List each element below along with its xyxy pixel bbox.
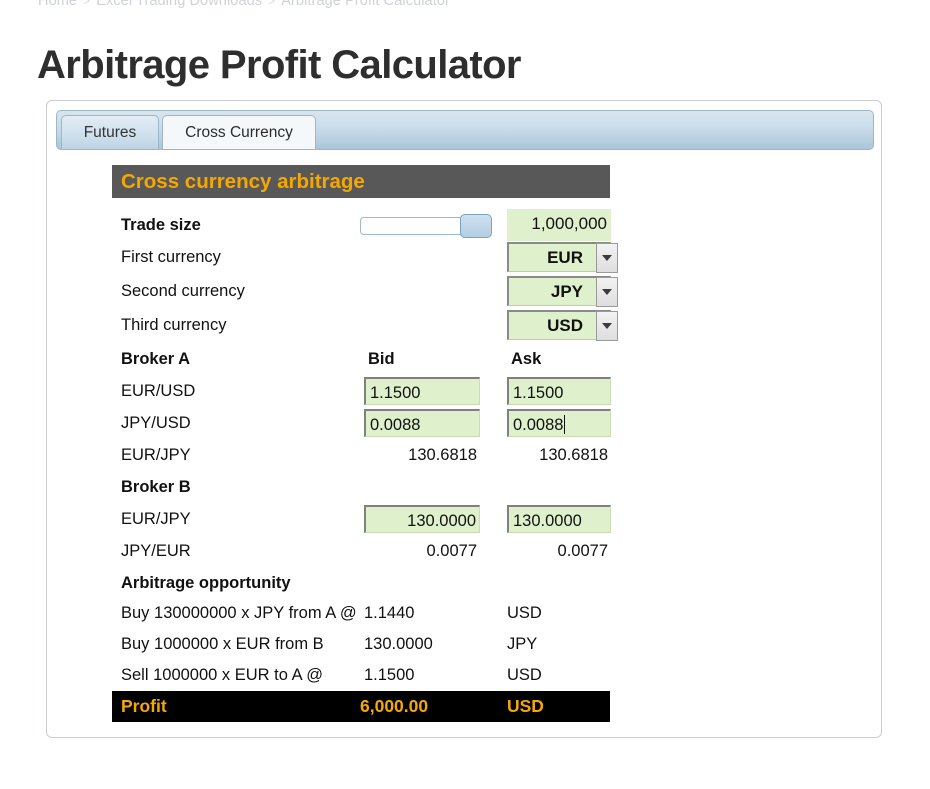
- row-arbitrage-header: Arbitrage opportunity: [112, 567, 612, 599]
- section-title: Cross currency arbitrage: [112, 165, 610, 198]
- column-header-ask: Ask: [511, 350, 542, 368]
- first-currency-select[interactable]: EUR: [507, 242, 618, 273]
- breadcrumb-item-downloads[interactable]: Excel Trading Downloads: [96, 0, 262, 9]
- broker-a-jpyusd-ask-value: 0.0088: [513, 416, 564, 434]
- pair-label-eurusd: EUR/USD: [121, 382, 196, 400]
- arbitrage-leg-1-rate: 1.1440: [364, 604, 415, 622]
- broker-a-jpyusd-ask-input[interactable]: 0.0088: [507, 409, 611, 437]
- column-header-bid: Bid: [368, 350, 395, 368]
- row-third-currency: Third currency USD: [112, 309, 618, 341]
- tab-futures[interactable]: Futures: [61, 115, 159, 149]
- breadcrumb-separator-icon: >: [268, 0, 276, 8]
- arbitrage-leg-2-text: Buy 1000000 x EUR from B: [121, 635, 324, 653]
- row-first-currency: First currency EUR: [112, 241, 618, 273]
- pair-label-jpyeur: JPY/EUR: [121, 542, 191, 560]
- third-currency-select[interactable]: USD: [507, 310, 618, 341]
- row-broker-a-eurusd: EUR/USD 1.1500 1.1500: [112, 375, 612, 407]
- row-broker-b-header: Broker B: [112, 471, 612, 503]
- arbitrage-leg-1-text: Buy 130000000 x JPY from A @: [121, 604, 357, 622]
- profit-row: Profit 6,000.00 USD: [112, 691, 610, 722]
- row-arbitrage-leg-2: Buy 1000000 x EUR from B 130.0000 JPY: [112, 628, 612, 660]
- broker-a-title: Broker A: [121, 350, 191, 368]
- arbitrage-leg-3-currency: USD: [507, 666, 542, 684]
- calculator-panel: Futures Cross Currency Cross currency ar…: [46, 100, 882, 738]
- broker-b-eurjpy-ask-input[interactable]: 130.0000: [507, 505, 611, 533]
- pair-label-eurjpy-a: EUR/JPY: [121, 446, 191, 464]
- breadcrumb-item-current: Arbitrage Profit Calculator: [281, 0, 450, 9]
- profit-currency: USD: [507, 696, 544, 716]
- arbitrage-leg-2-rate: 130.0000: [364, 635, 433, 653]
- trade-size-label: Trade size: [121, 216, 201, 234]
- broker-b-title: Broker B: [121, 478, 191, 496]
- first-currency-label: First currency: [121, 248, 221, 266]
- broker-a-eurjpy-bid-value: 130.6818: [408, 446, 477, 464]
- page-title: Arbitrage Profit Calculator: [37, 42, 521, 87]
- profit-value: 6,000.00: [360, 696, 429, 716]
- pair-label-eurjpy-b: EUR/JPY: [121, 510, 191, 528]
- row-arbitrage-leg-3: Sell 1000000 x EUR to A @ 1.1500 USD: [112, 659, 612, 691]
- text-cursor: [564, 415, 566, 434]
- chevron-down-icon[interactable]: [596, 243, 618, 273]
- trade-size-slider[interactable]: [360, 214, 492, 238]
- tab-strip: Futures Cross Currency: [56, 110, 874, 150]
- arbitrage-leg-2-currency: JPY: [507, 635, 538, 653]
- second-currency-value: JPY: [550, 282, 583, 301]
- row-broker-a-header: Broker A Bid Ask: [112, 343, 612, 375]
- broker-a-jpyusd-bid-input[interactable]: 0.0088: [364, 409, 480, 437]
- third-currency-value: USD: [547, 316, 583, 335]
- row-arbitrage-leg-1: Buy 130000000 x JPY from A @ 1.1440 USD: [112, 597, 612, 629]
- pair-label-jpyusd: JPY/USD: [121, 414, 191, 432]
- third-currency-label: Third currency: [121, 316, 227, 334]
- broker-b-jpyeur-ask-value: 0.0077: [557, 542, 608, 560]
- arbitrage-leg-3-rate: 1.1500: [364, 666, 415, 684]
- row-trade-size: Trade size 1,000,000: [112, 209, 612, 241]
- row-second-currency: Second currency JPY: [112, 275, 618, 307]
- row-broker-a-jpyusd: JPY/USD 0.0088 0.0088: [112, 407, 612, 439]
- arbitrage-leg-3-text: Sell 1000000 x EUR to A @: [121, 666, 324, 684]
- breadcrumb: Home > Excel Trading Downloads > Arbitrage P…: [38, 0, 450, 9]
- breadcrumb-separator-icon: >: [83, 0, 91, 8]
- second-currency-label: Second currency: [121, 282, 245, 300]
- first-currency-value: EUR: [547, 248, 583, 267]
- broker-a-eurjpy-ask-value: 130.6818: [539, 446, 608, 464]
- row-broker-b-jpyeur: JPY/EUR 0.0077 0.0077: [112, 535, 612, 567]
- broker-b-eurjpy-bid-input[interactable]: 130.0000: [364, 505, 480, 533]
- trade-size-value: 1,000,000: [507, 209, 611, 241]
- chevron-down-icon[interactable]: [596, 311, 618, 341]
- row-broker-b-eurjpy: EUR/JPY 130.0000 130.0000: [112, 503, 612, 535]
- tab-cross-currency[interactable]: Cross Currency: [162, 115, 316, 149]
- profit-label: Profit: [121, 696, 167, 716]
- breadcrumb-item-home[interactable]: Home: [38, 0, 77, 9]
- arbitrage-leg-1-currency: USD: [507, 604, 542, 622]
- row-broker-a-eurjpy: EUR/JPY 130.6818 130.6818: [112, 439, 612, 471]
- chevron-down-icon[interactable]: [596, 277, 618, 307]
- second-currency-select[interactable]: JPY: [507, 276, 618, 307]
- broker-a-eurusd-ask-input[interactable]: 1.1500: [507, 377, 611, 405]
- arbitrage-title: Arbitrage opportunity: [121, 574, 291, 592]
- broker-a-eurusd-bid-input[interactable]: 1.1500: [364, 377, 480, 405]
- slider-thumb[interactable]: [460, 214, 492, 238]
- broker-b-jpyeur-bid-value: 0.0077: [426, 542, 477, 560]
